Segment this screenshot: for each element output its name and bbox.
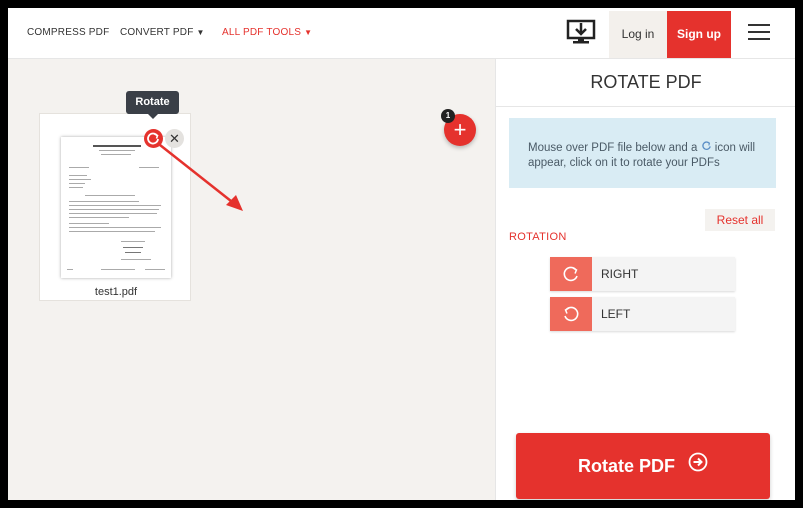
rotate-right-label: RIGHT: [601, 267, 639, 281]
caret-down-icon: ▼: [304, 28, 313, 37]
top-navbar: COMPRESS PDF CONVERT PDF ▼ ALL PDF TOOLS ▼…: [8, 8, 795, 59]
file-name-label: test1.pdf: [94, 286, 138, 298]
pdf-thumbnail: [61, 137, 171, 278]
desktop-download-icon[interactable]: [562, 18, 600, 48]
options-sidebar: ROTATE PDF Mouse over PDF file below and…: [495, 59, 795, 500]
sidebar-title: ROTATE PDF: [496, 59, 795, 107]
login-button[interactable]: Log in: [609, 11, 667, 58]
nav-convert-label: CONVERT PDF: [120, 27, 194, 38]
rotate-tooltip: Rotate: [126, 91, 179, 119]
rotate-pdf-submit-button[interactable]: Rotate PDF: [516, 433, 770, 499]
rotate-icon[interactable]: [144, 129, 163, 148]
rotate-icon: [701, 140, 712, 156]
rotate-right-button[interactable]: RIGHT: [550, 257, 735, 291]
nav-compress-pdf[interactable]: COMPRESS PDF: [27, 8, 109, 58]
nav-all-pdf-tools[interactable]: ALL PDF TOOLS ▼: [222, 8, 312, 58]
arrow-right-circle-icon: [688, 433, 708, 499]
rotate-left-button[interactable]: LEFT: [550, 297, 735, 331]
nav-all-tools-label: ALL PDF TOOLS: [222, 27, 302, 38]
file-count-badge: 1: [441, 109, 455, 123]
signup-button[interactable]: Sign up: [667, 11, 731, 58]
info-box: Mouse over PDF file below and a icon wil…: [509, 118, 776, 188]
nav-convert-pdf[interactable]: CONVERT PDF ▼: [120, 8, 205, 58]
rotate-left-icon: [550, 297, 592, 331]
hamburger-menu-icon[interactable]: [748, 24, 770, 42]
file-workspace: test1.pdf Rotate ✕ + 1: [8, 59, 495, 500]
reset-all-button[interactable]: Reset all: [705, 209, 775, 231]
close-icon[interactable]: ✕: [165, 129, 184, 148]
info-text-1: Mouse over PDF file below and a: [528, 142, 698, 154]
rotate-right-icon: [550, 257, 592, 291]
caret-down-icon: ▼: [196, 28, 205, 37]
rotate-left-label: LEFT: [601, 307, 631, 321]
rotation-label: ROTATION: [509, 231, 567, 243]
submit-label: Rotate PDF: [577, 456, 675, 476]
app-window: COMPRESS PDF CONVERT PDF ▼ ALL PDF TOOLS ▼…: [8, 8, 795, 500]
